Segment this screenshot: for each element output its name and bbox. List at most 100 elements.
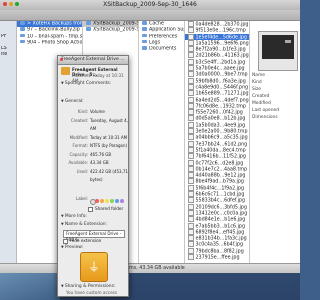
file-row[interactable]: 3d0a0000...9be7.tmp (185, 71, 249, 78)
file-row[interactable]: 9f513e0e...196c.tmp (185, 27, 249, 34)
list-item[interactable]: 904 – Photo Shop Action Scripts (17, 39, 82, 46)
file-icon (188, 191, 194, 198)
file-name: 3c0c4a35...6b4f.jpg (195, 242, 243, 248)
file-icon (188, 90, 194, 97)
file-name: 55833b4c...6dfef.jpg (195, 198, 246, 204)
file-icon (188, 27, 194, 34)
list-item[interactable]: Application Support (139, 27, 184, 33)
label-orange-swatch[interactable] (100, 199, 104, 203)
folder-icon (20, 33, 25, 38)
sidebar: PF LS ite (0, 21, 17, 263)
list-item-label: Logs (149, 40, 161, 46)
file-icon (188, 58, 194, 65)
info-field-value: Tuesday, August 4, 2009 7:17 (90, 117, 128, 123)
sharing-permissions-section[interactable]: Sharing & Permissions: (61, 284, 116, 289)
file-row[interactable]: 1e5ef4de...5d6de.jpg (185, 33, 249, 40)
folder-icon (86, 27, 91, 31)
info-close-button[interactable] (60, 58, 63, 61)
list-item[interactable]: 10 – bnal-spam - tmp.system.zip (17, 33, 82, 40)
label-yellow-swatch[interactable] (105, 199, 109, 203)
file-icon (188, 216, 194, 223)
list-item-label: Documents (149, 46, 177, 52)
list-item-label: 10 – bnal-spam - tmp.system.zip (27, 33, 82, 39)
info-field-key: Used: (76, 168, 88, 174)
info-field-value: NTFS (by Paragon) (90, 143, 128, 148)
name-extension-section[interactable]: Name & Extension: (61, 222, 107, 227)
file-icon (188, 39, 194, 46)
file-name: a04bb6c9...a5c35.jpg (195, 135, 248, 141)
file-row[interactable]: 1b65e889...71271.jpg (185, 90, 249, 97)
file-row[interactable]: 8be4f9ad...b79a.jpg (185, 178, 249, 185)
list-item-label: Cache (149, 21, 164, 27)
file-icon (188, 65, 194, 72)
folder-icon (20, 39, 25, 44)
file-icon (188, 159, 194, 166)
folder-icon (20, 21, 25, 25)
more-info-section[interactable]: More Info: (61, 214, 87, 219)
file-row[interactable]: 6a4ed2d5...4def7.png (185, 96, 249, 103)
file-icon (188, 102, 194, 109)
info-field-value: 43.34 GB (90, 160, 109, 165)
file-row[interactable]: d0d5a0e8...b12b.jpg (185, 115, 249, 122)
file-icon (188, 203, 194, 210)
spotlight-comments-section[interactable]: Spotlight Comments: (61, 81, 111, 86)
file-icon (188, 153, 194, 160)
info-field-value: Volume (90, 109, 105, 114)
sidebar-item[interactable] (0, 78, 16, 84)
file-row[interactable]: 20109dc6...3bfd5.jpg (185, 203, 249, 210)
folder-icon (142, 46, 147, 50)
shared-folder-checkbox[interactable]: Shared folder (88, 206, 123, 212)
file-icon (188, 109, 194, 116)
file-row[interactable]: 55833b4c...6dfef.jpg (185, 197, 249, 204)
info-field-key: Created: (70, 117, 88, 123)
folder-icon (142, 33, 147, 38)
hide-extension-checkbox[interactable]: Hide extension (63, 238, 101, 244)
label-green-swatch[interactable] (110, 199, 114, 203)
file-icon (188, 71, 194, 78)
info-field-key: Available: (68, 160, 88, 165)
file-icon (188, 46, 194, 53)
preview-meta: Modified (252, 101, 271, 106)
column-browser: PFLSite > XoteFix Backups from Windows97… (0, 21, 300, 263)
file-row[interactable]: 4bd84e1e...b1e6.jpg (185, 216, 249, 223)
file-row[interactable]: 237915e...ffee.jpg (185, 253, 249, 261)
file-name: 237915e...ffee.jpg (195, 255, 240, 261)
file-icon (188, 209, 194, 216)
list-item-label: 904 – Photo Shop Action Scripts (27, 40, 82, 46)
file-icon (188, 247, 194, 254)
info-field-value: Today at 10:31 AM (90, 134, 128, 140)
file-name: 3d0a0000...9be7.tmp (195, 72, 248, 78)
list-item[interactable]: Documents (139, 46, 184, 52)
file-row[interactable]: e7ab5bb3...b1c6.jpg (185, 222, 249, 229)
list-item-label: 97 – Backlink-Bully.zip (27, 27, 80, 33)
info-field-key: Format: (72, 143, 88, 148)
general-section[interactable]: General: (61, 99, 84, 104)
file-icon (188, 134, 194, 141)
file-row[interactable]: 0c77f2c6...d2e8.jpg (185, 159, 249, 166)
name-field[interactable]: FreeAgent External Drive - 500 G (63, 230, 125, 242)
list-item[interactable]: XSitBackup_2009-Sep-30_1646 (83, 27, 138, 33)
file-row[interactable]: 7e37bb24...61d2.png (185, 140, 249, 147)
label-blue-swatch[interactable] (115, 199, 119, 203)
label-purple-swatch[interactable] (120, 199, 124, 203)
file-name: 9f513e0e...196c.tmp (195, 28, 246, 34)
info-title[interactable]: FreeAgent External Drive ... (58, 56, 128, 65)
file-row[interactable]: 7bf6416b...11f52.jpg (185, 153, 249, 160)
file-icon (188, 128, 194, 135)
usb-drive-icon: ⏚ (80, 252, 108, 282)
file-icon (188, 241, 194, 248)
file-row[interactable]: 3c0c4a35...6b4f.jpg (185, 241, 249, 248)
list-item[interactable]: 97 – Backlink-Bully.zip (17, 27, 82, 33)
preview-meta: Last opened (252, 108, 279, 113)
file-icon (188, 96, 194, 103)
preview-meta: Size (252, 87, 262, 92)
preview-section[interactable]: Preview: (61, 245, 83, 250)
info-field-key: Kind: (77, 109, 88, 114)
file-icon (188, 21, 194, 27)
file-row[interactable]: a04bb6c9...a5c35.jpg (185, 134, 249, 141)
label-red-swatch[interactable] (95, 199, 99, 203)
file-row[interactable]: 2d21b86b...41163.jpg (185, 52, 249, 59)
info-field-key: Capacity: (69, 151, 88, 157)
file-name: 7bf6416b...11f52.jpg (195, 154, 246, 160)
info-field-value: 422.42 GB (453,713,765,248 (90, 168, 129, 174)
